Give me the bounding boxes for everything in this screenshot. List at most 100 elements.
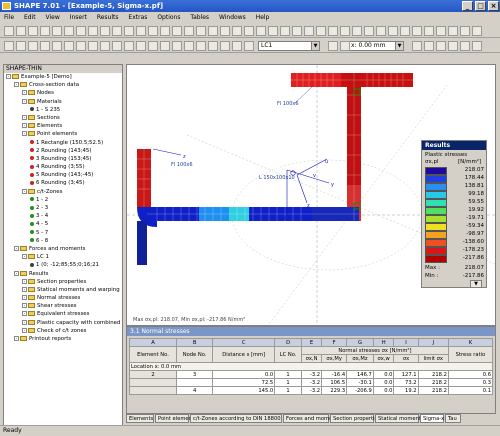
- toolbar-icon[interactable]: [76, 41, 86, 51]
- expand-toggle-icon[interactable]: -: [22, 295, 27, 301]
- tree-item[interactable]: 5 - 7: [4, 229, 122, 237]
- toolbar-icon[interactable]: [400, 26, 410, 36]
- toolbar-icon[interactable]: [136, 26, 146, 36]
- toolbar-icon[interactable]: [232, 41, 242, 51]
- menu-tables[interactable]: Tables: [186, 14, 213, 21]
- toolbar-icon[interactable]: [412, 26, 422, 36]
- toolbar-icon[interactable]: [208, 41, 218, 51]
- expand-toggle-icon[interactable]: -: [22, 319, 27, 325]
- tree-item[interactable]: - Statical moments and warping: [4, 286, 122, 294]
- toolbar-icon[interactable]: [148, 26, 158, 36]
- menu-windows[interactable]: Windows: [215, 14, 250, 21]
- toolbar-icon[interactable]: [424, 41, 434, 51]
- table-row[interactable]: 2 3 0.0 1 -3.2 -16.4 146.7 0.0 127.1 218.2 0.6: [129, 370, 494, 379]
- table-row[interactable]: 72.5 1 -3.2 106.5 -30.1 0.0 73.2 218.2 0.3: [129, 378, 494, 387]
- toolbar-icon[interactable]: [316, 26, 326, 36]
- expand-toggle-icon[interactable]: -: [14, 270, 19, 276]
- toolbar-icon[interactable]: [136, 41, 146, 51]
- toolbar-icon[interactable]: [424, 26, 434, 36]
- toolbar-icon[interactable]: [172, 26, 182, 36]
- tree-item[interactable]: - Point elements: [4, 130, 122, 138]
- toolbar-icon[interactable]: [172, 41, 182, 51]
- toolbar-icon[interactable]: [352, 26, 362, 36]
- column-letter[interactable]: C: [212, 338, 276, 347]
- toolbar-icon[interactable]: [52, 26, 62, 36]
- menu-results[interactable]: Results: [93, 14, 123, 21]
- tree-item[interactable]: - Check of c/t zones: [4, 327, 122, 335]
- column-letter[interactable]: K: [447, 338, 494, 347]
- toolbar-icon[interactable]: [160, 41, 170, 51]
- tab-sigma-x[interactable]: Sigma-x: [420, 414, 444, 423]
- toolbar-icon[interactable]: [292, 26, 302, 36]
- tree-item[interactable]: - Cross-section data: [4, 81, 122, 89]
- expand-toggle-icon[interactable]: -: [22, 188, 27, 194]
- tab-section-properties[interactable]: Section properties: [330, 414, 380, 423]
- toolbar-icon[interactable]: [64, 26, 74, 36]
- column-letter[interactable]: A: [129, 338, 177, 347]
- tree-item[interactable]: 1 (0; -12;85;55;0;16;21: [4, 261, 122, 269]
- maximize-button[interactable]: □: [475, 1, 486, 11]
- toolbar-icon[interactable]: [160, 26, 170, 36]
- tab-forces-and-moments[interactable]: Forces and moments: [283, 414, 340, 423]
- toolbar-icon[interactable]: [232, 26, 242, 36]
- tree-item[interactable]: - Shear stresses: [4, 302, 122, 310]
- toolbar-icon[interactable]: [100, 41, 110, 51]
- expand-toggle-icon[interactable]: -: [22, 303, 27, 309]
- column-letter[interactable]: E: [300, 338, 323, 347]
- menu-file[interactable]: File: [0, 14, 18, 21]
- toolbar-icon[interactable]: [328, 26, 338, 36]
- tree-item[interactable]: 6 - 8: [4, 237, 122, 245]
- tree-item[interactable]: - Forces and moments: [4, 245, 122, 253]
- column-letter[interactable]: D: [274, 338, 302, 347]
- toolbar-icon[interactable]: [208, 26, 218, 36]
- tree-item[interactable]: 2 Rounding (143;45): [4, 147, 122, 155]
- menu-insert[interactable]: Insert: [66, 14, 91, 21]
- tree-item[interactable]: 3 - 4: [4, 212, 122, 220]
- tree-item[interactable]: - Results: [4, 270, 122, 278]
- column-letter[interactable]: G: [346, 338, 374, 347]
- tree-item[interactable]: - Elements: [4, 122, 122, 130]
- toolbar-icon[interactable]: [412, 41, 422, 51]
- toolbar-icon[interactable]: [184, 41, 194, 51]
- toolbar-icon[interactable]: [244, 26, 254, 36]
- close-button[interactable]: ×: [488, 1, 499, 11]
- table-row[interactable]: 4 145.0 1 -3.2 229.3 -206.9 0.0 19.2 218.2 0.1: [129, 386, 494, 395]
- tab-point-elements[interactable]: Point elements: [155, 414, 197, 423]
- tree-item[interactable]: - Sections: [4, 114, 122, 122]
- tree-item[interactable]: - Printout reports: [4, 335, 122, 343]
- toolbar-icon[interactable]: [340, 41, 350, 51]
- menu-help[interactable]: Help: [252, 14, 274, 21]
- tab-tau[interactable]: Tau: [445, 414, 461, 423]
- menu-edit[interactable]: Edit: [20, 14, 40, 21]
- expand-toggle-icon[interactable]: -: [22, 131, 27, 137]
- expand-toggle-icon[interactable]: -: [22, 90, 27, 96]
- toolbar-icon[interactable]: [28, 26, 38, 36]
- expand-toggle-icon[interactable]: -: [14, 245, 19, 251]
- menu-options[interactable]: Options: [153, 14, 184, 21]
- expand-toggle-icon[interactable]: -: [22, 327, 27, 333]
- toolbar-icon[interactable]: [436, 41, 446, 51]
- toolbar-icon[interactable]: [220, 26, 230, 36]
- tree-item[interactable]: 4 Rounding (3;55): [4, 163, 122, 171]
- minimize-button[interactable]: _: [462, 1, 473, 11]
- menu-extras[interactable]: Extras: [124, 14, 151, 21]
- toolbar-icon[interactable]: [112, 41, 122, 51]
- expand-toggle-icon[interactable]: -: [6, 74, 11, 79]
- toolbar-icon[interactable]: [112, 26, 122, 36]
- tree-item[interactable]: 3 Rounding (153;45): [4, 155, 122, 163]
- tree-item[interactable]: - Nodes: [4, 89, 122, 97]
- tree-item[interactable]: - LC 1: [4, 253, 122, 261]
- toolbar-icon[interactable]: [124, 26, 134, 36]
- toolbar-icon[interactable]: [340, 26, 350, 36]
- toolbar-icon[interactable]: [196, 26, 206, 36]
- toolbar-icon[interactable]: [52, 41, 62, 51]
- toolbar-icon[interactable]: [40, 41, 50, 51]
- column-letter[interactable]: H: [372, 338, 395, 347]
- tree-item[interactable]: - Materials: [4, 98, 122, 106]
- tree-item[interactable]: - Equivalent stresses: [4, 310, 122, 318]
- expand-toggle-icon[interactable]: -: [14, 82, 19, 88]
- toolbar-icon[interactable]: [16, 41, 26, 51]
- toolbar-icon[interactable]: [268, 26, 278, 36]
- tab-c-t-zones-according-to-din-18800[interactable]: c/t-Zones according to DIN 18800: [190, 414, 282, 423]
- tree-item[interactable]: 6 Rounding (3;45): [4, 179, 122, 187]
